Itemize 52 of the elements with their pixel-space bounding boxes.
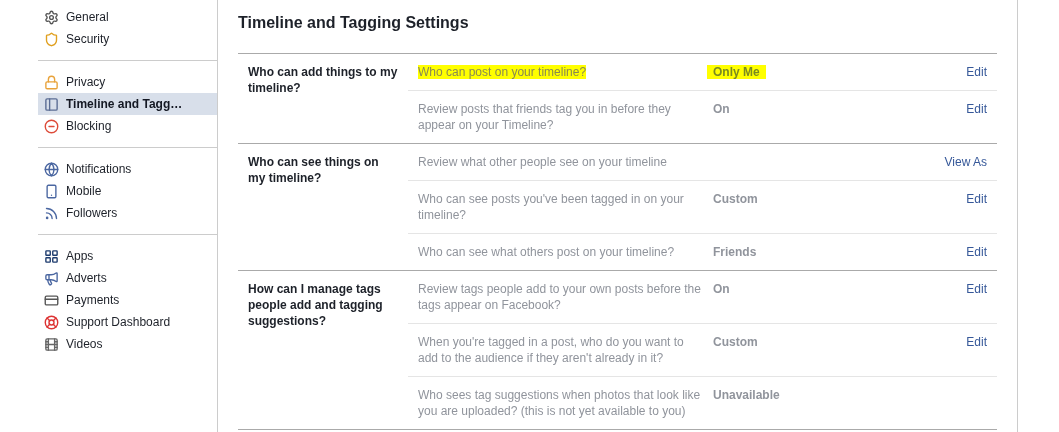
- sidebar-item[interactable]: Support Dashboard: [38, 311, 217, 333]
- page-title: Timeline and Tagging Settings: [238, 13, 470, 33]
- edit-link[interactable]: Edit: [966, 281, 987, 313]
- shield-icon: [44, 31, 59, 47]
- setting-value: On: [713, 102, 730, 116]
- setting-value: Friends: [713, 245, 757, 259]
- film-icon: [44, 336, 59, 352]
- timeline-panel-icon: [44, 96, 59, 112]
- globe-icon: [44, 161, 59, 177]
- setting-value: Unavailable: [713, 388, 780, 402]
- sidebar-item[interactable]: Notifications: [38, 158, 217, 180]
- setting-value: On: [713, 282, 730, 296]
- edit-link[interactable]: Edit: [966, 244, 987, 260]
- setting-question: Review what other people see on your timeline: [418, 155, 667, 169]
- setting-question: Who can see what others post on your timeline?: [418, 245, 675, 259]
- sidebar-item[interactable]: Blocking: [38, 115, 217, 137]
- setting-question: Who can see posts you've been tagged in on your timeline?: [418, 192, 684, 222]
- gears-icon: [44, 9, 59, 25]
- lifebuoy-icon: [44, 314, 59, 330]
- sidebar-item[interactable]: Apps: [38, 245, 217, 267]
- setting-question: Review tags people add to your own posts before the tags appear on Facebook?: [418, 282, 701, 312]
- section-heading: Who can see things on my timeline?: [248, 155, 379, 185]
- edit-link[interactable]: Edit: [966, 64, 987, 80]
- padlock-icon: [44, 74, 59, 90]
- setting-question: Who sees tag suggestions when photos that look like you are uploaded? (this is not yet available to you): [418, 388, 701, 418]
- edit-link[interactable]: Edit: [966, 334, 987, 366]
- section-heading: Who can add things to my timeline?: [248, 65, 398, 95]
- sidebar-item[interactable]: Timeline and Tagg…: [38, 93, 217, 115]
- no-entry-icon: [44, 118, 59, 134]
- card-icon: [44, 292, 59, 308]
- sidebar-item[interactable]: Mobile: [38, 180, 217, 202]
- sidebar-item[interactable]: Security: [38, 28, 217, 50]
- edit-link[interactable]: Edit: [966, 101, 987, 133]
- sidebar-item[interactable]: Privacy: [38, 71, 217, 93]
- setting-question: When you're tagged in a post, who do you want to add to the audience if they aren't already in it?: [418, 335, 684, 365]
- sidebar-item[interactable]: Payments: [38, 289, 217, 311]
- section-heading: How can I manage tags people add and tagging suggestions?: [248, 282, 383, 328]
- advert-icon: [44, 270, 59, 286]
- edit-link[interactable]: View As: [944, 154, 987, 170]
- sidebar-item[interactable]: Followers: [38, 202, 217, 224]
- setting-value: Only Me: [707, 65, 766, 79]
- phone-icon: [44, 183, 59, 199]
- sidebar-item[interactable]: Videos: [38, 333, 217, 355]
- setting-value: Custom: [713, 335, 758, 349]
- setting-value: Custom: [713, 192, 758, 206]
- apps-grid-icon: [44, 248, 59, 264]
- edit-link[interactable]: Edit: [966, 191, 987, 223]
- setting-question: Review posts that friends tag you in before they appear on your Timeline?: [418, 102, 671, 132]
- sidebar-item[interactable]: General: [38, 6, 217, 28]
- sidebar-item[interactable]: Adverts: [38, 267, 217, 289]
- feed-icon: [44, 205, 59, 221]
- setting-question: Who can post on your timeline?: [418, 65, 587, 79]
